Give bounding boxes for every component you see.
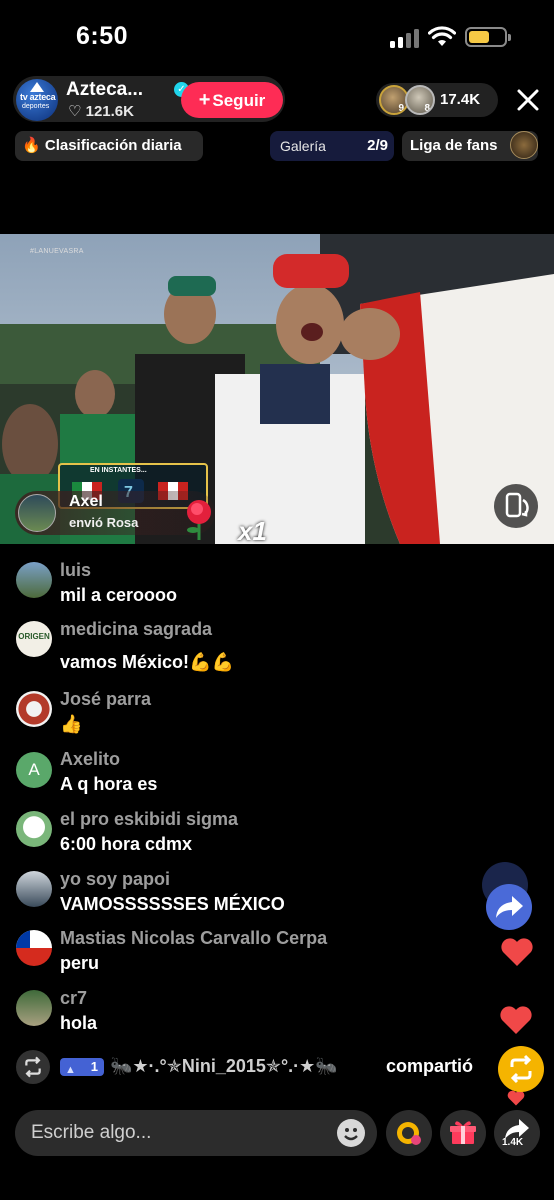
comment-item[interactable]: luis mil a ceroooo	[0, 560, 470, 610]
rotate-screen-button[interactable]	[494, 484, 538, 528]
cellular-signal-icon	[390, 28, 420, 48]
comment-item[interactable]: ORIGEN medicina sagrada vamos México!💪💪	[0, 619, 470, 674]
user-level-number: 1	[90, 1059, 98, 1074]
rotate-icon	[505, 492, 529, 518]
comment-text: mil a ceroooo	[60, 585, 178, 605]
gift-multiplier: x1	[238, 516, 267, 544]
comment-item[interactable]: yo soy papoi VAMOSSSSSSES MÉXICO	[0, 869, 470, 919]
comment-user: yo soy papoi	[60, 869, 171, 889]
daily-ranking-label: Clasificación diaria	[44, 137, 182, 154]
games-button[interactable]	[386, 1110, 432, 1156]
gift-box-icon	[450, 1121, 476, 1144]
heart-icon	[507, 1090, 525, 1106]
comment-text: 👍	[60, 714, 83, 734]
smiley-icon	[344, 1128, 358, 1141]
follow-button[interactable]: + Seguir	[181, 82, 283, 118]
plus-icon: +	[198, 89, 211, 111]
wifi-icon	[428, 26, 456, 46]
match-overlay-tag: EN INSTANTES...	[90, 467, 147, 474]
share-arrow-icon	[496, 896, 523, 918]
status-time: 6:50	[76, 22, 129, 50]
host-name: Azteca...	[66, 79, 144, 100]
comment-user: cr7	[60, 988, 88, 1008]
share-notice: ▲ 1 🐜★·.°✯Nini_2015✯°.·★🐜 compartió	[0, 1048, 500, 1088]
rose-gift-icon	[187, 500, 211, 540]
comment-user: luis	[60, 560, 92, 580]
host-avatar[interactable]: tv azteca deportes	[16, 79, 58, 121]
level-triangle-icon: ▲	[65, 1064, 76, 1076]
host-logo-subtext: deportes	[22, 103, 50, 110]
user-level-badge: ▲ 1	[60, 1058, 104, 1076]
comment-avatar[interactable]	[16, 871, 52, 907]
comment-text: VAMOSSSSSSES MÉXICO	[60, 894, 285, 914]
share-fab-button[interactable]	[486, 884, 532, 930]
comment-user: Axelito	[60, 749, 121, 769]
comment-avatar[interactable]	[16, 562, 52, 598]
share-arrow-icon	[505, 1119, 529, 1139]
top-viewer-rank: 9	[398, 103, 404, 114]
battery-icon	[465, 27, 511, 47]
comment-avatar[interactable]	[16, 811, 52, 847]
share-button[interactable]: 1.4K	[494, 1110, 540, 1156]
daily-ranking-button[interactable]: 🔥 Clasificación diaria	[15, 131, 203, 161]
comment-input-pill[interactable]	[15, 1110, 377, 1156]
emoji-button[interactable]	[337, 1119, 365, 1147]
comment-item[interactable]: Mastias Nicolas Carvallo Cerpa peru	[0, 928, 470, 978]
comment-text: A q hora es	[60, 774, 158, 794]
gallery-label: Galería	[280, 138, 326, 154]
comment-user: medicina sagrada	[60, 619, 213, 639]
comment-user: Mastias Nicolas Carvallo Cerpa	[60, 928, 328, 948]
comment-item[interactable]: cr7 hola	[0, 988, 470, 1038]
gallery-page: 2/9	[367, 137, 388, 154]
comment-user: el pro eskibidi sigma	[60, 809, 239, 829]
repost-icon	[510, 1054, 532, 1084]
comment-text: vamos México!💪💪	[60, 652, 234, 672]
comment-user: José parra	[60, 689, 152, 709]
viewer-count: 17.4K	[440, 91, 481, 108]
fan-league-label: Liga de fans	[410, 137, 498, 154]
comment-input[interactable]	[31, 1110, 331, 1156]
top-viewer-avatar[interactable]: 8	[405, 85, 435, 115]
follow-button-label: Seguir	[212, 91, 266, 110]
close-icon[interactable]	[512, 84, 544, 116]
fan-league-badge-icon	[510, 131, 538, 159]
heart-icon	[501, 938, 533, 966]
gift-button[interactable]	[440, 1110, 486, 1156]
comment-item[interactable]: A Axelito A q hora es	[0, 749, 470, 799]
share-count: 1.4K	[502, 1137, 524, 1148]
comment-text: hola	[60, 1013, 98, 1033]
comment-avatar[interactable]: A	[16, 752, 52, 788]
host-likes-count: ♡ 121.6K	[68, 103, 134, 120]
comment-item[interactable]: el pro eskibidi sigma 6:00 hora cdmx	[0, 809, 470, 859]
host-logo-text: tv azteca	[20, 92, 56, 102]
comment-avatar[interactable]	[16, 691, 52, 727]
gift-action-text: envió Rosa	[69, 515, 139, 530]
video-watermark: #LANUEVASRA	[30, 248, 84, 255]
live-video[interactable]: #LANUEVASRA EN INSTANTES... 7 Axel envió…	[0, 234, 554, 544]
comment-avatar[interactable]	[16, 930, 52, 966]
gamepad-icon	[397, 1122, 421, 1145]
status-bar: 6:50	[0, 0, 554, 72]
repost-fab-button[interactable]	[498, 1046, 544, 1092]
comment-text: peru	[60, 953, 100, 973]
comment-avatar[interactable]	[16, 990, 52, 1026]
repost-icon	[25, 1056, 41, 1078]
comment-text: 6:00 hora cdmx	[60, 834, 193, 854]
gallery-button[interactable]: Galería 2/9	[270, 131, 394, 161]
fire-icon: 🔥	[22, 137, 41, 154]
comment-avatar[interactable]: ORIGEN	[16, 621, 52, 657]
share-notice-action: compartió	[386, 1056, 474, 1076]
comment-item[interactable]: José parra 👍	[0, 689, 470, 739]
viewers-pill[interactable]: 9 8 17.4K	[376, 83, 498, 117]
share-notice-user: 🐜★·.°✯Nini_2015✯°.·★🐜	[110, 1056, 338, 1076]
repost-small-button[interactable]	[16, 1050, 50, 1084]
heart-icon	[500, 1006, 532, 1034]
top-viewer-rank: 8	[424, 103, 430, 114]
gift-sender-name: Axel	[69, 493, 103, 510]
gift-sender-avatar	[18, 494, 56, 532]
